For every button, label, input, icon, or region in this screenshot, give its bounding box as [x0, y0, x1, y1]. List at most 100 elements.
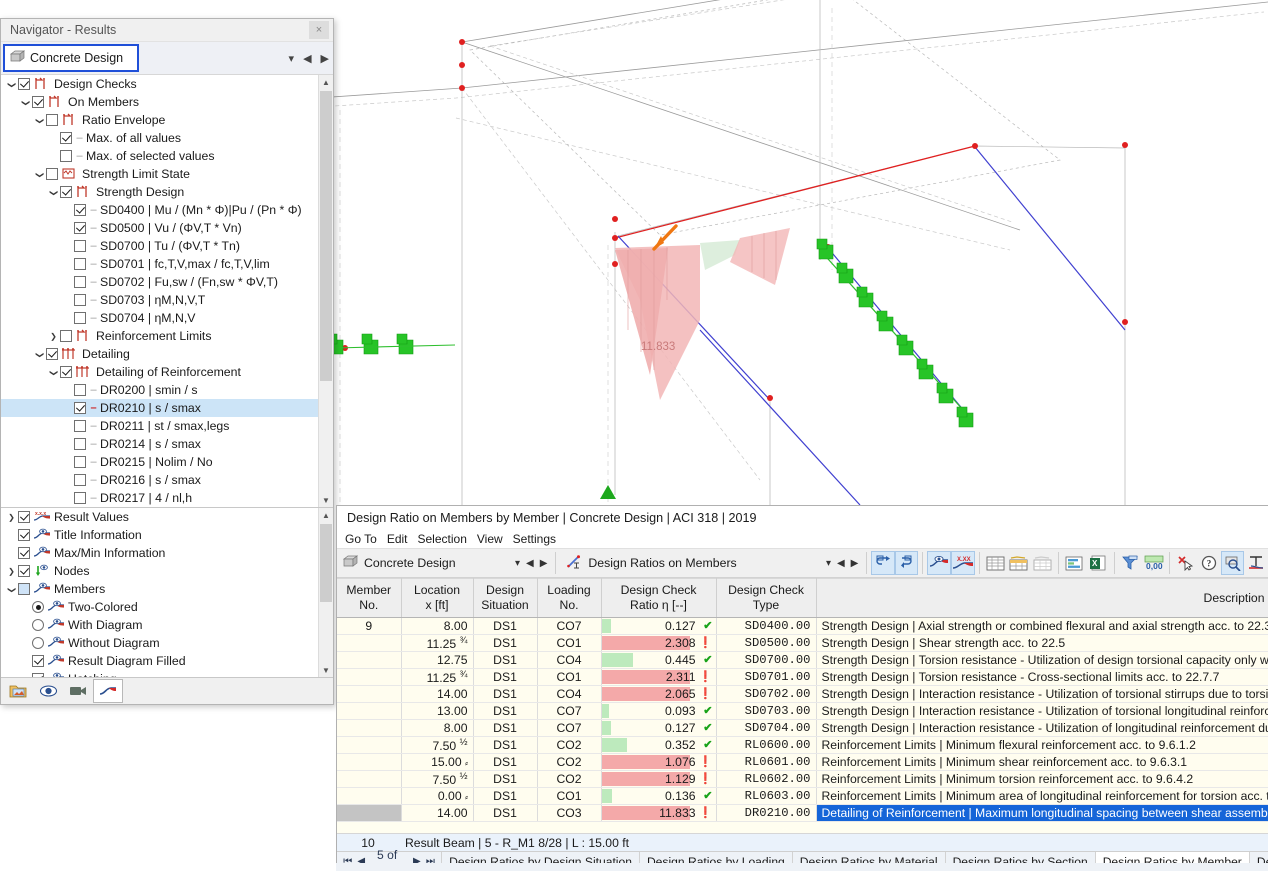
checkbox[interactable] — [18, 565, 30, 577]
result-table-toolbar[interactable]: Concrete Design ▾ ◀ ▶ Design Ratios on M… — [337, 548, 1268, 578]
cell-design-ratio[interactable]: 1.129 ❗ — [601, 770, 717, 789]
table-row[interactable]: 0.00 ⸗ DS1 CO1 0.136 ✔ RL0603.00 Reinforcement… — [337, 787, 1268, 806]
tree-item[interactable]: Design Checks — [1, 75, 319, 93]
radio-button[interactable] — [32, 601, 44, 613]
tree-item[interactable]: – SD0500 | Vu / (ΦV,T * Vn) — [1, 219, 319, 237]
addon-combo[interactable]: Concrete Design ▾ ◀ ▶ — [337, 550, 551, 576]
cell-design-situation[interactable]: DS1 — [473, 719, 538, 738]
cell-design-ratio[interactable]: 2.311 ❗ — [601, 668, 717, 687]
cell-design-check-type[interactable]: SD0703.00 — [716, 702, 817, 721]
cell-design-check-type[interactable]: SD0700.00 — [716, 651, 817, 670]
radio-button[interactable] — [32, 619, 44, 631]
chevron-down-icon[interactable] — [47, 188, 60, 197]
scroll-thumb[interactable] — [320, 524, 332, 602]
checkbox[interactable] — [74, 312, 86, 324]
cell-description[interactable]: Strength Design | Shear strength acc. to… — [816, 634, 1268, 653]
col-design-check-type[interactable]: Design Check Type — [716, 578, 817, 618]
col-member-no[interactable]: Member No. — [337, 578, 402, 618]
col-loading-no[interactable]: Loading No. — [537, 578, 602, 618]
chevron-right-icon[interactable] — [5, 513, 18, 522]
redo-arrow-icon[interactable] — [894, 551, 919, 575]
tree-item[interactable]: Title Information — [1, 526, 319, 544]
table-row[interactable]: 15.00 ⸗ DS1 CO2 1.076 ❗ RL0601.00 Reinforcemen… — [337, 753, 1268, 772]
checkbox[interactable] — [60, 366, 72, 378]
cell-description[interactable]: Reinforcement Limits | Minimum flexural … — [816, 736, 1268, 755]
checkbox[interactable] — [74, 420, 86, 432]
design-checks-tree[interactable]: Design ChecksOn MembersRatio Envelope–Ma… — [1, 75, 333, 508]
cell-design-check-type[interactable]: RL0603.00 — [716, 787, 817, 806]
col-design-check-ratio[interactable]: Design Check Ratio η [--] — [601, 578, 717, 618]
checkbox[interactable] — [60, 150, 72, 162]
chevron-down-icon[interactable]: ▾ — [289, 52, 295, 65]
tree-item[interactable]: – DR0216 | s / smax — [1, 471, 319, 489]
cell-loading-no[interactable]: CO4 — [537, 685, 602, 704]
decimal-places-icon[interactable]: 0,00 — [1142, 551, 1165, 575]
checkbox[interactable] — [18, 529, 30, 541]
next-arrow-icon[interactable]: ▶ — [321, 52, 329, 65]
chevron-down-icon[interactable] — [33, 116, 46, 125]
tree-item[interactable]: – DR0214 | s / smax — [1, 435, 319, 453]
display-navigator-button[interactable] — [33, 679, 63, 703]
results-navigator-panel[interactable]: Navigator - Results × Concrete Design ▾ … — [0, 18, 334, 705]
cell-location[interactable]: 8.00 — [401, 617, 474, 635]
tree-item[interactable]: Detailing of Reinforcement — [1, 363, 319, 381]
chevron-down-icon[interactable] — [33, 350, 46, 359]
chevron-down-icon[interactable] — [33, 170, 46, 179]
cell-design-situation[interactable]: DS1 — [473, 770, 538, 789]
tree-item[interactable]: Detailing — [1, 345, 319, 363]
views-navigator-button[interactable] — [63, 679, 93, 703]
cell-design-situation[interactable]: DS1 — [473, 634, 538, 653]
cell-location[interactable]: 14.00 — [401, 804, 474, 823]
scroll-up-icon[interactable]: ▲ — [319, 508, 333, 522]
checkbox[interactable] — [18, 511, 30, 523]
prev-arrow-icon[interactable]: ◀ — [526, 558, 534, 569]
result-table-panel[interactable]: Design Ratio on Members by Member | Conc… — [336, 505, 1268, 871]
col-location[interactable]: Location x [ft] — [401, 578, 474, 618]
results-navigator-button[interactable] — [93, 679, 123, 703]
chevron-down-icon[interactable] — [5, 80, 18, 89]
cell-loading-no[interactable]: CO2 — [537, 736, 602, 755]
cell-design-ratio[interactable]: 0.127 ✔ — [601, 719, 717, 738]
checkbox[interactable] — [32, 96, 44, 108]
checkbox[interactable] — [46, 168, 58, 180]
scroll-down-icon[interactable]: ▼ — [319, 663, 333, 677]
cell-location[interactable]: 0.00 ⸗ — [401, 787, 474, 806]
result-table-menubar[interactable]: Go To Edit Selection View Settings — [337, 529, 1268, 548]
table-row[interactable]: 7.50 ½ DS1 CO2 1.129 ❗ RL0602.00 Reinforcement… — [337, 770, 1268, 789]
table-header-icon[interactable] — [1007, 551, 1030, 575]
chevron-down-icon[interactable] — [5, 585, 18, 594]
table-row[interactable]: 8.00 DS1 CO7 0.127 ✔ SD0704.00 Strength Design… — [337, 719, 1268, 738]
checkbox[interactable] — [74, 456, 86, 468]
next-arrow-icon[interactable]: ▶ — [540, 558, 548, 569]
checkbox[interactable] — [60, 186, 72, 198]
design-addon-combo[interactable]: Concrete Design — [3, 44, 139, 72]
tree-item[interactable]: Max/Min Information — [1, 544, 319, 562]
design-addon-selector-bar[interactable]: Concrete Design ▾ ◀ ▶ — [1, 42, 333, 75]
tree-item[interactable]: – Max. of all values — [1, 129, 319, 147]
tree-item[interactable]: With Diagram — [1, 616, 319, 634]
cell-design-ratio[interactable]: 1.076 ❗ — [601, 753, 717, 772]
scroll-thumb[interactable] — [320, 91, 332, 381]
display-properties-tree[interactable]: x.x.x Result Values Title Information Max/M… — [1, 508, 333, 677]
cell-design-ratio[interactable]: 0.352 ✔ — [601, 736, 717, 755]
col-description[interactable]: Description — [816, 578, 1268, 618]
cell-design-check-type[interactable]: RL0600.00 — [716, 736, 817, 755]
tree-item[interactable]: – Max. of selected values — [1, 147, 319, 165]
table-row[interactable]: 7.50 ½ DS1 CO2 0.352 ✔ RL0600.00 Reinforcement… — [337, 736, 1268, 755]
chevron-down-icon[interactable] — [19, 98, 32, 107]
table-row[interactable]: 13.00 DS1 CO7 0.093 ✔ SD0703.00 Strength Desig… — [337, 702, 1268, 721]
cell-location[interactable]: 7.50 ½ — [401, 770, 474, 789]
tree-item[interactable]: Reinforcement Limits — [1, 327, 319, 345]
tree-item[interactable]: – DR0211 | st / smax,legs — [1, 417, 319, 435]
tree-item[interactable]: – SD0702 | Fu,sw / (Fn,sw * ΦV,T) — [1, 273, 319, 291]
menu-settings[interactable]: Settings — [513, 532, 556, 546]
cell-loading-no[interactable]: CO7 — [537, 617, 602, 635]
cell-design-check-type[interactable]: DR0210.00 — [716, 804, 817, 823]
cell-design-ratio[interactable]: 11.833 ❗ — [601, 804, 717, 823]
cell-design-situation[interactable]: DS1 — [473, 736, 538, 755]
prev-arrow-icon[interactable]: ◀ — [303, 52, 311, 65]
table-row[interactable]: 14.00 DS1 CO3 11.833 ❗ DR0210.00 Detailing of … — [337, 804, 1268, 823]
checkbox[interactable] — [74, 240, 86, 252]
cell-design-ratio[interactable]: 0.445 ✔ — [601, 651, 717, 670]
cell-description[interactable]: Strength Design | Axial strength or comb… — [816, 617, 1268, 635]
